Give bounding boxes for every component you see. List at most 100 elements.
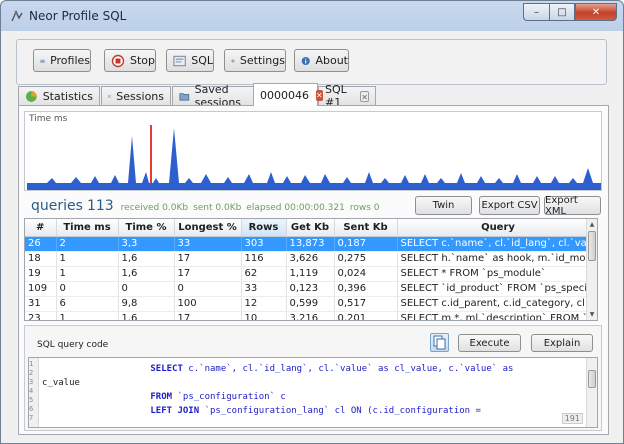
toolbar: Profiles Stop SQL Settings About bbox=[16, 39, 607, 85]
elapsed-metric: elapsed 00:00:00.321 bbox=[246, 203, 345, 213]
time-chart: Time ms bbox=[24, 111, 602, 191]
cell-sent-kb: 0,396 bbox=[334, 281, 398, 297]
minimize-icon: – bbox=[534, 6, 539, 18]
tab-close-icon[interactable]: ✕ bbox=[360, 90, 369, 102]
cell-query: SELECT `id_product` FROM `ps_speci bbox=[397, 281, 597, 297]
scroll-up-icon[interactable]: ▲ bbox=[587, 219, 597, 230]
column-header-sorted[interactable]: Rows bbox=[241, 219, 287, 237]
tab-session-label: 0000046 bbox=[260, 88, 309, 102]
maximize-button[interactable]: □ bbox=[549, 3, 575, 21]
tab-statistics[interactable]: Statistics bbox=[18, 86, 100, 105]
cell-time-pct: 1,6 bbox=[118, 251, 175, 267]
cell-query: SELECT * FROM `ps_module` bbox=[397, 266, 597, 282]
table-header-row: # Time ms Time % Longest % Rows Get Kb S… bbox=[25, 219, 597, 237]
column-header[interactable]: Get Kb bbox=[286, 219, 335, 237]
table-row[interactable]: 19 1 1,6 17 62 1,119 0,024 SELECT * FROM… bbox=[25, 266, 597, 282]
cell-rows: 116 bbox=[241, 251, 287, 267]
cell-longest-pct: 0 bbox=[174, 281, 242, 297]
cell-time-ms: 6 bbox=[56, 296, 119, 312]
cell-id: 23 bbox=[25, 311, 57, 320]
folder-icon bbox=[179, 92, 190, 101]
sql-code-editor[interactable]: 1 2 3 4 5 6 7 SELECT c.`name`, cl.`id_la… bbox=[28, 357, 598, 428]
session-panel: Time ms queries 113 received 0.0Kb sent … bbox=[18, 105, 609, 435]
time-chart-area bbox=[27, 128, 601, 190]
line-number: 4 bbox=[29, 387, 34, 395]
column-header[interactable]: Time ms bbox=[56, 219, 119, 237]
chart-axis-label: Time ms bbox=[29, 114, 68, 124]
column-header[interactable]: Query bbox=[397, 219, 597, 237]
cell-sent-kb: 0,187 bbox=[334, 236, 398, 252]
cell-time-pct: 1,6 bbox=[118, 266, 175, 282]
cell-time-ms: 1 bbox=[56, 266, 119, 282]
cell-get-kb: 1,119 bbox=[286, 266, 335, 282]
cell-id: 18 bbox=[25, 251, 57, 267]
scrollbar-thumb[interactable] bbox=[588, 370, 596, 388]
table-row[interactable]: 23 1 1,6 17 10 3,216 0,201 SELECT m.*, m… bbox=[25, 311, 597, 320]
close-icon: ✕ bbox=[591, 6, 601, 18]
table-row[interactable]: 109 0 0 0 33 0,123 0,396 SELECT `id_prod… bbox=[25, 281, 597, 297]
cell-get-kb: 3,626 bbox=[286, 251, 335, 267]
tab-statistics-label: Statistics bbox=[42, 89, 93, 103]
queries-table: # Time ms Time % Longest % Rows Get Kb S… bbox=[24, 218, 598, 321]
profiles-label: Profiles bbox=[50, 54, 90, 67]
cell-time-pct: 0 bbox=[118, 281, 175, 297]
column-header[interactable]: Sent Kb bbox=[334, 219, 398, 237]
minimize-button[interactable]: – bbox=[523, 3, 549, 21]
cell-rows: 33 bbox=[241, 281, 287, 297]
queries-summary: queries 113 received 0.0Kb sent 0.0Kb el… bbox=[31, 198, 385, 214]
cell-time-pct: 1,6 bbox=[118, 311, 175, 320]
queries-count: 113 bbox=[86, 198, 114, 214]
sent-metric: sent 0.0Kb bbox=[193, 203, 242, 213]
cell-rows: 62 bbox=[241, 266, 287, 282]
cell-sent-kb: 0,024 bbox=[334, 266, 398, 282]
copy-button[interactable] bbox=[430, 333, 449, 352]
line-number: 6 bbox=[29, 405, 34, 413]
about-label: About bbox=[315, 54, 348, 67]
app-icon bbox=[11, 10, 23, 22]
explain-button[interactable]: Explain bbox=[531, 334, 593, 352]
sql-icon bbox=[173, 55, 186, 66]
tab-sql-1[interactable]: SQL #1 ✕ bbox=[318, 83, 376, 109]
profiles-button[interactable]: Profiles bbox=[33, 49, 91, 72]
window-controls: – □ ✕ bbox=[523, 3, 617, 21]
twin-button[interactable]: Twin bbox=[415, 196, 472, 215]
tab-close-icon[interactable]: ✕ bbox=[316, 89, 323, 101]
close-window-button[interactable]: ✕ bbox=[575, 3, 617, 21]
table-row-selected[interactable]: 26 2 3,3 33 303 13,873 0,187 SELECT c.`n… bbox=[25, 236, 597, 252]
tab-strip: Statistics Sessions Saved sessions 00000… bbox=[18, 83, 616, 109]
cell-longest-pct: 17 bbox=[174, 311, 242, 320]
cell-sent-kb: 0,201 bbox=[334, 311, 398, 320]
tab-sessions[interactable]: Sessions bbox=[101, 86, 171, 105]
column-header[interactable]: Time % bbox=[118, 219, 175, 237]
title-bar[interactable]: Neor Profile SQL – □ ✕ bbox=[1, 1, 623, 31]
editor-scrollbar[interactable] bbox=[586, 358, 597, 427]
cell-rows: 12 bbox=[241, 296, 287, 312]
sort-column-label: Rows bbox=[248, 221, 279, 233]
tab-session-0000046[interactable]: 0000046 ✕ bbox=[253, 83, 323, 106]
sql-button[interactable]: SQL bbox=[166, 49, 214, 72]
client-area: Profiles Stop SQL Settings About Statist… bbox=[8, 31, 616, 437]
execute-button[interactable]: Execute bbox=[458, 334, 521, 352]
column-header[interactable]: Longest % bbox=[174, 219, 242, 237]
table-row[interactable]: 31 6 9,8 100 12 0,599 0,517 SELECT c.id_… bbox=[25, 296, 597, 312]
settings-button[interactable]: Settings bbox=[224, 49, 286, 72]
cell-longest-pct: 33 bbox=[174, 236, 242, 252]
table-row[interactable]: 18 1 1,6 17 116 3,626 0,275 SELECT h.`na… bbox=[25, 251, 597, 267]
export-csv-button[interactable]: Export CSV bbox=[479, 196, 540, 215]
cell-time-ms: 1 bbox=[56, 251, 119, 267]
stop-button[interactable]: Stop bbox=[104, 49, 156, 72]
scroll-down-icon[interactable]: ▼ bbox=[587, 309, 597, 320]
cell-id: 26 bbox=[25, 236, 57, 252]
export-xml-button[interactable]: Export XML bbox=[544, 195, 601, 217]
cell-time-ms: 0 bbox=[56, 281, 119, 297]
cell-rows: 303 bbox=[241, 236, 287, 252]
received-metric: received 0.0Kb bbox=[120, 203, 189, 213]
about-button[interactable]: About bbox=[294, 49, 349, 72]
settings-gear-icon bbox=[231, 58, 235, 63]
cell-time-pct: 3,3 bbox=[118, 236, 175, 252]
line-number: 7 bbox=[29, 414, 34, 422]
table-scrollbar[interactable]: ▲ ▼ bbox=[586, 219, 597, 320]
column-header[interactable]: # bbox=[25, 219, 57, 237]
scrollbar-thumb[interactable] bbox=[588, 231, 596, 261]
stop-label: Stop bbox=[129, 54, 155, 67]
